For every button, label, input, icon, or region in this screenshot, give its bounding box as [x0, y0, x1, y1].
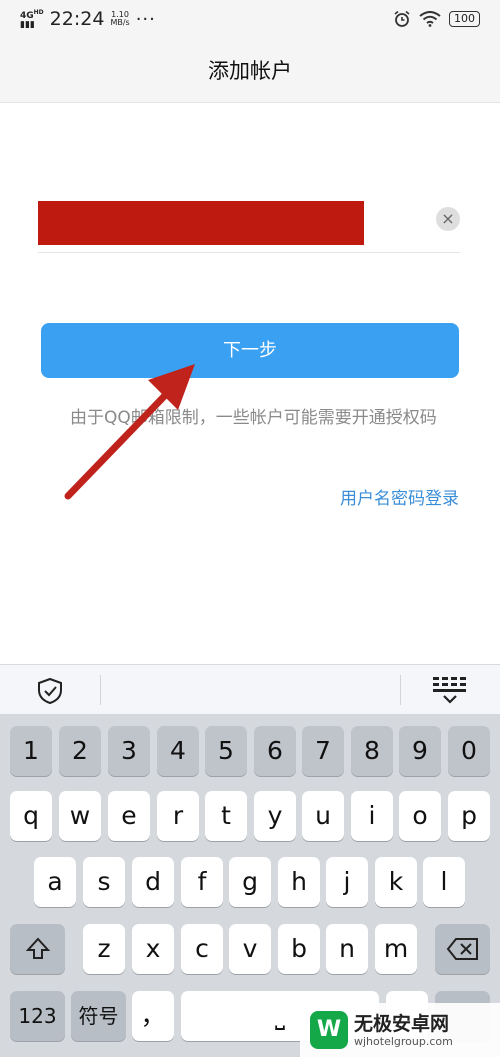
shield-icon[interactable]: [36, 677, 64, 705]
backspace-key[interactable]: [435, 924, 490, 974]
key-0[interactable]: 0: [448, 726, 490, 776]
key-j[interactable]: j: [326, 857, 368, 907]
key-3[interactable]: 3: [108, 726, 150, 776]
key-u[interactable]: u: [302, 791, 344, 841]
key-l[interactable]: l: [423, 857, 465, 907]
key-symbols[interactable]: 符号: [71, 991, 126, 1041]
key-z[interactable]: z: [83, 924, 125, 974]
redacted-account-text: [38, 201, 364, 245]
key-v[interactable]: v: [229, 924, 271, 974]
key-d[interactable]: d: [132, 857, 174, 907]
authorization-hint: 由于QQ邮箱限制，一些帐户可能需要开通授权码: [70, 408, 437, 428]
more-notifications-icon: ···: [135, 8, 156, 30]
watermark-logo: W: [310, 1011, 348, 1049]
watermark-url: wjhotelgroup.com: [354, 1035, 453, 1048]
key-c[interactable]: c: [181, 924, 223, 974]
status-bar: 4GHD ▮▮▮ 22:24 1.10 MB/s ··· 100: [0, 0, 500, 40]
key-y[interactable]: y: [254, 791, 296, 841]
key-comma[interactable]: ，: [132, 991, 174, 1041]
key-7[interactable]: 7: [302, 726, 344, 776]
hide-keyboard-icon[interactable]: [431, 675, 469, 705]
key-h[interactable]: h: [278, 857, 320, 907]
wifi-icon: [419, 11, 441, 27]
page-title: 添加帐户: [0, 40, 500, 103]
key-4[interactable]: 4: [157, 726, 199, 776]
toolbar-divider: [400, 675, 401, 705]
key-m[interactable]: m: [375, 924, 417, 974]
key-8[interactable]: 8: [351, 726, 393, 776]
key-b[interactable]: b: [278, 924, 320, 974]
key-i[interactable]: i: [351, 791, 393, 841]
key-x[interactable]: x: [132, 924, 174, 974]
key-5[interactable]: 5: [205, 726, 247, 776]
battery-indicator: 100: [449, 11, 480, 27]
key-1[interactable]: 1: [10, 726, 52, 776]
key-k[interactable]: k: [375, 857, 417, 907]
key-a[interactable]: a: [34, 857, 76, 907]
key-t[interactable]: t: [205, 791, 247, 841]
key-r[interactable]: r: [157, 791, 199, 841]
key-g[interactable]: g: [229, 857, 271, 907]
watermark: W 无极安卓网 wjhotelgroup.com: [300, 1003, 500, 1057]
key-e[interactable]: e: [108, 791, 150, 841]
key-9[interactable]: 9: [399, 726, 441, 776]
clock: 22:24: [49, 8, 105, 30]
signal-indicator: 4GHD ▮▮▮: [20, 9, 44, 30]
next-button[interactable]: 下一步: [41, 323, 459, 378]
username-password-login-link[interactable]: 用户名密码登录: [340, 484, 459, 509]
clear-icon[interactable]: ×: [436, 207, 460, 231]
alarm-icon: [394, 10, 410, 27]
keyboard-toolbar: [0, 664, 500, 715]
network-speed: 1.10 MB/s: [110, 10, 130, 27]
key-2[interactable]: 2: [59, 726, 101, 776]
account-input[interactable]: ×: [38, 196, 460, 253]
key-f[interactable]: f: [181, 857, 223, 907]
key-w[interactable]: w: [59, 791, 101, 841]
shift-icon: [25, 937, 50, 959]
key-n[interactable]: n: [326, 924, 368, 974]
shift-key[interactable]: [10, 924, 65, 974]
key-q[interactable]: q: [10, 791, 52, 841]
key-6[interactable]: 6: [254, 726, 296, 776]
key-123[interactable]: 123: [10, 991, 65, 1041]
key-s[interactable]: s: [83, 857, 125, 907]
watermark-title: 无极安卓网: [354, 1013, 450, 1035]
toolbar-divider: [100, 675, 101, 705]
backspace-icon: [446, 938, 478, 960]
key-p[interactable]: p: [448, 791, 490, 841]
key-o[interactable]: o: [399, 791, 441, 841]
